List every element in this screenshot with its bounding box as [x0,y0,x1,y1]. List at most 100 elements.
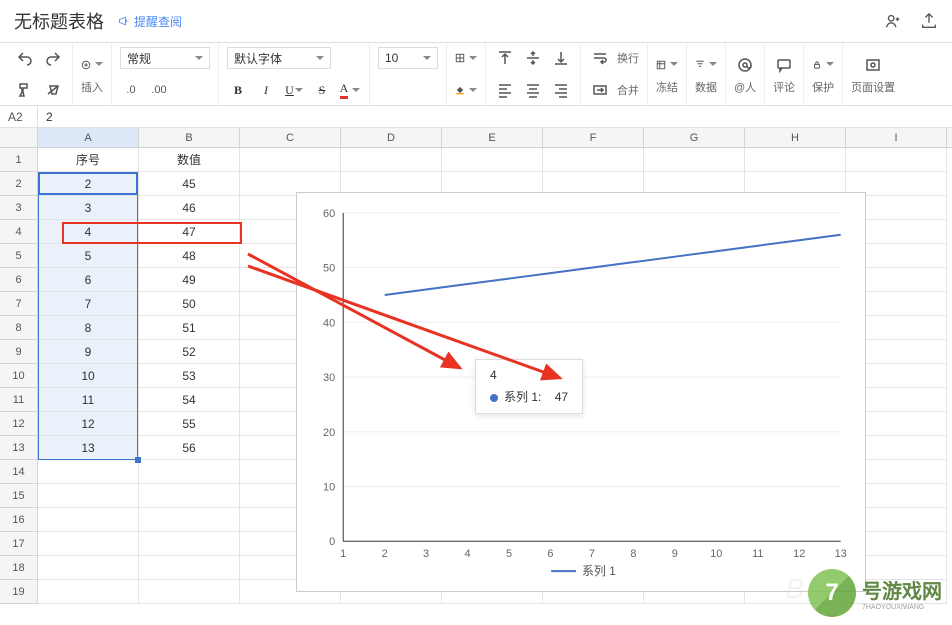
valign-top-button[interactable] [494,47,516,69]
underline-button[interactable]: U [283,79,305,101]
cell[interactable]: 6 [38,268,139,292]
undo-button[interactable] [14,47,36,69]
chart-container[interactable]: 010203040506012345678910111213 系列 1 4 系列… [296,192,866,592]
cell[interactable] [745,148,846,172]
col-header-C[interactable]: C [240,128,341,147]
comment-button[interactable] [773,54,795,76]
valign-middle-button[interactable] [522,47,544,69]
col-header-I[interactable]: I [846,128,947,147]
cell[interactable]: 3 [38,196,139,220]
cell[interactable]: 9 [38,340,139,364]
row-header[interactable]: 7 [0,292,38,316]
cell[interactable]: 56 [139,436,240,460]
col-header-A[interactable]: A [38,128,139,147]
cell[interactable] [38,508,139,532]
row-header[interactable]: 11 [0,388,38,412]
cell[interactable]: 2 [38,172,139,196]
cell[interactable] [38,460,139,484]
fill-handle[interactable] [135,457,141,463]
align-center-button[interactable] [522,79,544,101]
redo-button[interactable] [42,47,64,69]
row-header[interactable]: 10 [0,364,38,388]
cell[interactable]: 13 [38,436,139,460]
remind-link[interactable]: 提醒查阅 [118,13,182,30]
cell[interactable] [543,148,644,172]
format-painter-button[interactable] [14,79,36,101]
row-header[interactable]: 2 [0,172,38,196]
select-all-corner[interactable] [0,128,38,147]
cell[interactable] [139,580,240,604]
row-header[interactable]: 4 [0,220,38,244]
cell[interactable]: 55 [139,412,240,436]
align-right-button[interactable] [550,79,572,101]
cell[interactable] [139,484,240,508]
row-header[interactable]: 13 [0,436,38,460]
cell[interactable]: 47 [139,220,240,244]
cell[interactable] [644,148,745,172]
row-header[interactable]: 18 [0,556,38,580]
row-header[interactable]: 3 [0,196,38,220]
font-size-select[interactable]: 10 [378,47,438,69]
align-left-button[interactable] [494,79,516,101]
col-header-F[interactable]: F [543,128,644,147]
cell[interactable] [139,556,240,580]
row-header[interactable]: 19 [0,580,38,604]
row-header[interactable]: 17 [0,532,38,556]
cell[interactable] [38,556,139,580]
col-header-B[interactable]: B [139,128,240,147]
cell[interactable]: 53 [139,364,240,388]
cell[interactable]: 7 [38,292,139,316]
page-setup-button[interactable] [862,54,884,76]
cell[interactable] [846,148,947,172]
cell[interactable]: 序号 [38,148,139,172]
row-header[interactable]: 12 [0,412,38,436]
col-header-D[interactable]: D [341,128,442,147]
at-button[interactable] [734,54,756,76]
font-select[interactable]: 默认字体 [227,47,331,69]
cell[interactable]: 10 [38,364,139,388]
col-header-G[interactable]: G [644,128,745,147]
cell[interactable] [38,532,139,556]
cell[interactable] [38,580,139,604]
cell[interactable] [139,460,240,484]
col-header-H[interactable]: H [745,128,846,147]
number-format-select[interactable]: 常规 [120,47,210,69]
strikethrough-button[interactable]: S [311,79,333,101]
data-button[interactable] [695,54,717,76]
cell[interactable]: 4 [38,220,139,244]
row-header[interactable]: 15 [0,484,38,508]
cell[interactable]: 48 [139,244,240,268]
cell[interactable]: 8 [38,316,139,340]
freeze-button[interactable] [656,54,678,76]
export-icon[interactable] [920,12,938,30]
cell[interactable]: 5 [38,244,139,268]
cell[interactable]: 54 [139,388,240,412]
wrap-button[interactable] [589,47,611,69]
row-header[interactable]: 6 [0,268,38,292]
cell[interactable] [341,148,442,172]
cell[interactable]: 49 [139,268,240,292]
insert-button[interactable] [81,54,103,76]
row-header[interactable]: 9 [0,340,38,364]
row-header[interactable]: 5 [0,244,38,268]
clear-format-button[interactable] [42,79,64,101]
row-header[interactable]: 14 [0,460,38,484]
row-header[interactable]: 8 [0,316,38,340]
cell-reference[interactable]: A2 [0,106,38,128]
cell[interactable] [442,148,543,172]
cell[interactable] [139,508,240,532]
protect-button[interactable] [812,54,834,76]
cell[interactable]: 52 [139,340,240,364]
cell[interactable]: 11 [38,388,139,412]
border-button[interactable] [455,47,477,69]
decrease-decimal-button[interactable]: .0 [120,79,142,101]
cell[interactable] [139,532,240,556]
row-header[interactable]: 16 [0,508,38,532]
cell[interactable]: 50 [139,292,240,316]
font-color-button[interactable]: A [339,79,361,101]
bold-button[interactable]: B [227,79,249,101]
cell[interactable]: 数值 [139,148,240,172]
cell[interactable]: 51 [139,316,240,340]
formula-value[interactable]: 2 [38,110,53,124]
merge-button[interactable] [589,79,611,101]
